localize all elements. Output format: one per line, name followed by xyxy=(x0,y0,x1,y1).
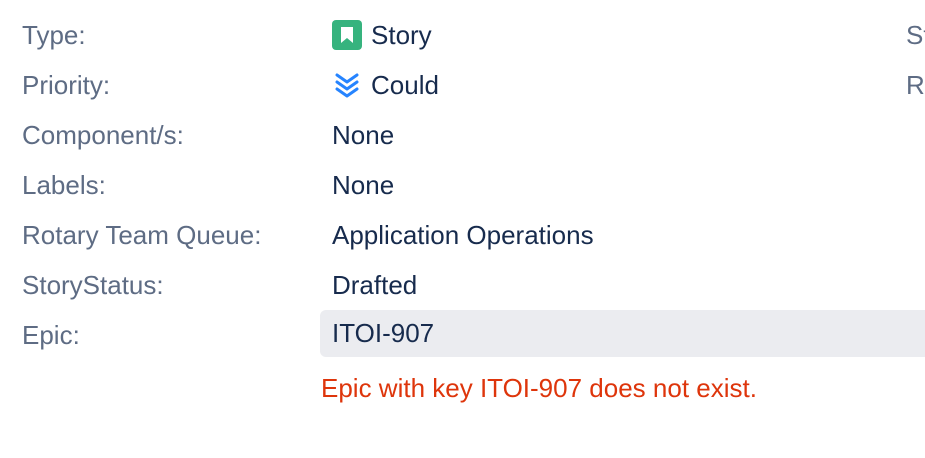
components-value[interactable]: None xyxy=(332,120,394,150)
epic-error-message: Epic with key ITOI-907 does not exist. xyxy=(321,373,757,403)
type-value-text: Story xyxy=(371,20,432,50)
rotary-team-queue-value[interactable]: Application Operations xyxy=(332,220,594,250)
labels-label: Labels: xyxy=(22,170,106,200)
priority-label: Priority: xyxy=(22,70,111,100)
type-label: Type: xyxy=(22,20,86,50)
type-value[interactable]: Story xyxy=(332,20,432,50)
story-status-label: StoryStatus: xyxy=(22,270,164,300)
story-icon xyxy=(332,20,362,50)
rotary-team-queue-label: Rotary Team Queue: xyxy=(22,220,262,250)
labels-value[interactable]: None xyxy=(332,170,394,200)
right-column-label-resolution: Re xyxy=(906,70,925,100)
epic-input-value: ITOI-907 xyxy=(332,318,435,348)
right-column-label-status: St xyxy=(906,20,925,50)
issue-details-panel: Type: Story Priority: Could Component/s:… xyxy=(0,0,925,458)
priority-value[interactable]: Could xyxy=(332,70,439,100)
epic-input[interactable]: ITOI-907 xyxy=(320,310,925,357)
priority-could-icon xyxy=(332,70,362,100)
story-status-value[interactable]: Drafted xyxy=(332,270,417,300)
components-label: Component/s: xyxy=(22,120,184,150)
priority-value-text: Could xyxy=(371,70,439,100)
epic-label: Epic: xyxy=(22,320,80,350)
